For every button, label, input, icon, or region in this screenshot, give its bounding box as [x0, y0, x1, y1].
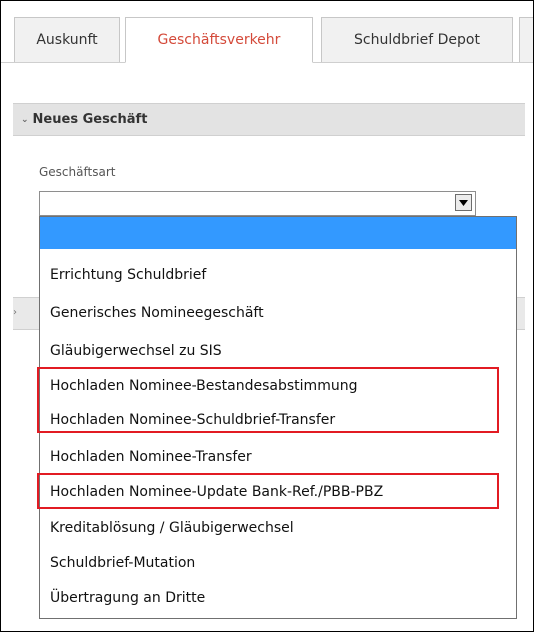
geschaeftsart-select[interactable]: [39, 191, 476, 216]
geschaeftsart-label: Geschäftsart: [39, 165, 116, 179]
chevron-down-icon: ⌄: [21, 114, 29, 125]
option-nominee-bestandesabstimmung[interactable]: Hochladen Nominee-Bestandesabstimmung: [40, 369, 516, 403]
option-nominee-update-bank-ref[interactable]: Hochladen Nominee-Update Bank-Ref./PBB-P…: [40, 475, 516, 509]
option-schuldbrief-mutation[interactable]: Schuldbrief-Mutation: [40, 546, 516, 580]
geschaeftsart-options-list[interactable]: Errichtung Schuldbrief Generisches Nomin…: [39, 216, 517, 619]
section-header-neues-geschaeft[interactable]: ⌄ Neues Geschäft: [13, 103, 525, 136]
option-nominee-schuldbrief-transfer[interactable]: Hochladen Nominee-Schuldbrief-Transfer: [40, 403, 516, 437]
option-nominee-transfer[interactable]: Hochladen Nominee-Transfer: [40, 440, 516, 474]
option-glaeubigerwechsel-sis[interactable]: Gläubigerwechsel zu SIS: [40, 334, 516, 368]
option-errichtung-schuldbrief[interactable]: Errichtung Schuldbrief: [40, 258, 516, 292]
dropdown-arrow-icon[interactable]: [455, 194, 472, 211]
option-kreditabloesung[interactable]: Kreditablösung / Gläubigerwechsel: [40, 511, 516, 545]
tab-geschaeftsverkehr[interactable]: Geschäftsverkehr: [125, 17, 313, 63]
tab-overflow[interactable]: [519, 17, 533, 62]
option-empty[interactable]: [40, 217, 516, 249]
tab-schuldbrief-depot[interactable]: Schuldbrief Depot: [321, 17, 513, 62]
tab-bar: Auskunft Geschäftsverkehr Schuldbrief De…: [1, 1, 533, 63]
option-uebertragung-dritte[interactable]: Übertragung an Dritte: [40, 581, 516, 615]
app-window: Auskunft Geschäftsverkehr Schuldbrief De…: [0, 0, 534, 632]
option-generisches-nomineegeschaeft[interactable]: Generisches Nomineegeschäft: [40, 296, 516, 330]
section-title: Neues Geschäft: [32, 112, 148, 127]
chevron-right-icon: ›: [13, 307, 17, 318]
tab-auskunft[interactable]: Auskunft: [14, 17, 120, 62]
